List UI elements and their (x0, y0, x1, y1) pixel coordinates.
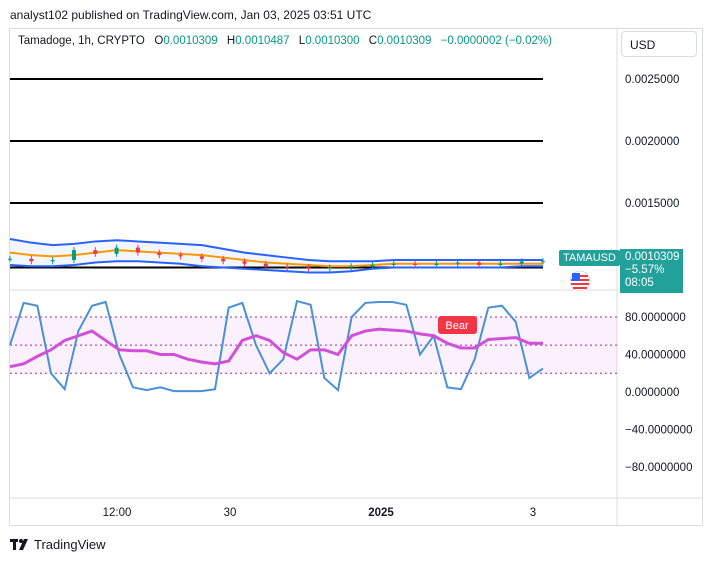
ohlc-legend: Tamadoge, 1h, CRYPTO O0.0010309 H0.00104… (18, 35, 558, 47)
candle-body (114, 247, 119, 254)
high-value: 0.0010487 (235, 35, 290, 47)
candle-body (135, 247, 140, 253)
bar-countdown: 08:05 (625, 277, 654, 289)
candle-body (519, 261, 524, 264)
low-value: 0.0010300 (305, 35, 360, 47)
candle-body (391, 263, 396, 265)
candle-body (498, 263, 503, 265)
symbol-tag: TAMAUSD (559, 250, 620, 266)
candle-body (349, 266, 354, 268)
candle-body (477, 262, 482, 265)
time-axis-tick: 3 (530, 507, 536, 519)
open-value: 0.0010309 (163, 35, 218, 47)
candle-body (221, 258, 226, 262)
candle-body (199, 256, 204, 259)
price-panel (8, 78, 545, 274)
candle-body (285, 266, 290, 268)
price-axis-tick: 0.0020000 (625, 136, 679, 148)
high-label: H (226, 35, 236, 47)
close-label: C (368, 35, 378, 47)
candle-body (242, 261, 247, 264)
candle-body (93, 250, 98, 254)
candle-body (327, 267, 332, 269)
close-value: 0.0010309 (377, 35, 432, 47)
price-axis-tick: 0.0025000 (625, 74, 679, 86)
candle-body (29, 258, 34, 262)
currency-selector[interactable]: USD (621, 31, 697, 57)
candle-body (455, 262, 460, 264)
time-axis-tick: 2025 (368, 507, 394, 519)
last-price-tag: 0.0010309 −5.57% 08:05 (620, 249, 683, 293)
candle-body (413, 263, 418, 265)
tradingview-logo-icon (10, 538, 28, 550)
candle-body (306, 267, 311, 269)
tradingview-brand: TradingView (34, 537, 106, 552)
last-price: 0.0010309 (625, 251, 680, 263)
candle-body (178, 255, 183, 257)
oscillator-axis-tick: −40.0000000 (625, 425, 692, 437)
candle-body (370, 265, 375, 267)
oscillator-panel: Bear (9, 299, 617, 393)
bear-annotation: Bear (438, 316, 477, 334)
candle-body (8, 258, 12, 260)
time-axis-tick: 30 (224, 507, 237, 519)
change-value: −0.0000002 (−0.02%) (440, 35, 552, 47)
open-label: O (154, 35, 164, 47)
symbol-label: Tamadoge, 1h, CRYPTO (18, 35, 145, 47)
candle-body (50, 260, 55, 262)
percent-change: −5.57% (625, 264, 665, 276)
chart-canvas[interactable]: Bear 0.0025000 0.0020000 0.0015000 80.00000… (0, 0, 715, 562)
oscillator-axis-tick: −80.0000000 (625, 462, 692, 474)
tradingview-logo[interactable]: TradingView (10, 537, 106, 552)
oscillator-axis-tick: 0.0000000 (625, 387, 679, 399)
candle-body (157, 252, 162, 256)
bear-label: Bear (445, 320, 469, 332)
time-axis-tick: 12:00 (103, 507, 132, 519)
us-flag-icon (569, 270, 591, 292)
oscillator-axis-tick: 80.0000000 (625, 312, 686, 324)
candle-body (434, 263, 439, 265)
candle-body (263, 263, 268, 267)
candle-body (541, 261, 545, 263)
oscillator-axis-tick: 40.0000000 (625, 350, 686, 362)
candle-body (71, 250, 76, 261)
price-axis-tick: 0.0015000 (625, 198, 679, 210)
